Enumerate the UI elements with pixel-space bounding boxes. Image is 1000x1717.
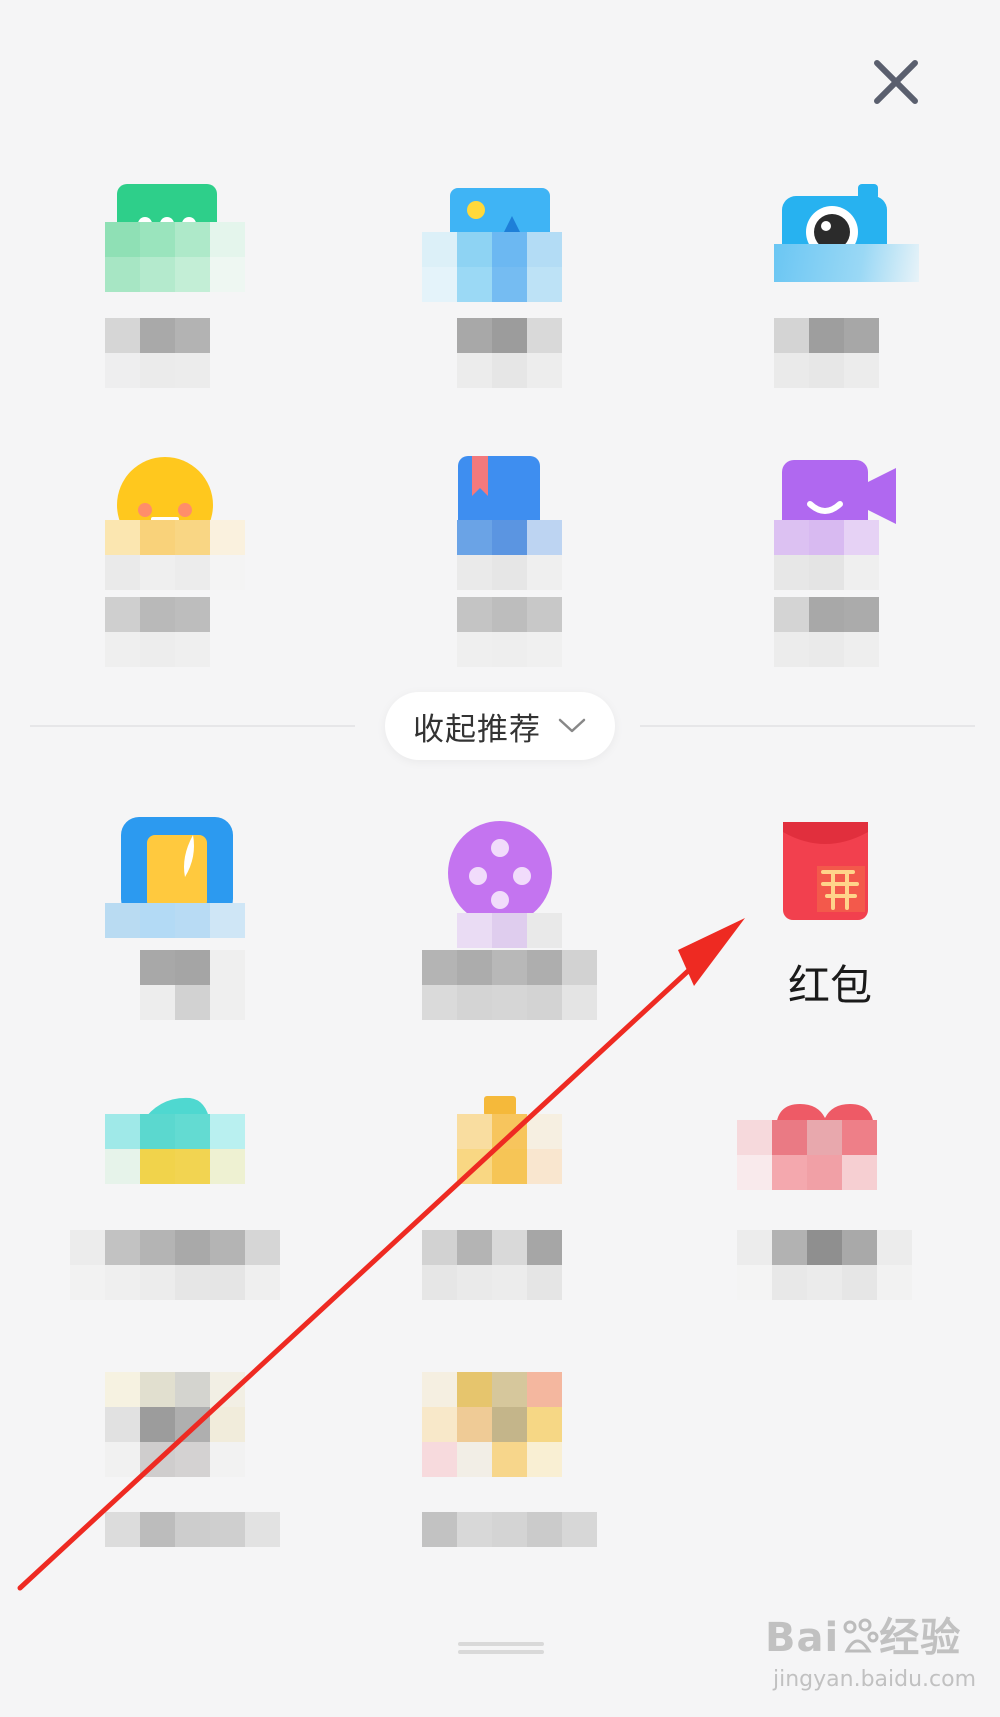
watermark-brand: Bai 经验	[765, 1615, 962, 1661]
baidu-paw-icon	[839, 1617, 879, 1657]
annotation-arrow	[17, 918, 745, 1591]
watermark-url: jingyan.baidu.com	[773, 1667, 977, 1692]
app-drawer-panel: 收起推荐 红包 Bai 经验 jingyan.baidu.com	[0, 0, 1000, 1717]
home-indicator-bar[interactable]	[458, 1640, 544, 1658]
baidu-watermark: Bai 经验 jingyan.baidu.com	[765, 1605, 980, 1710]
